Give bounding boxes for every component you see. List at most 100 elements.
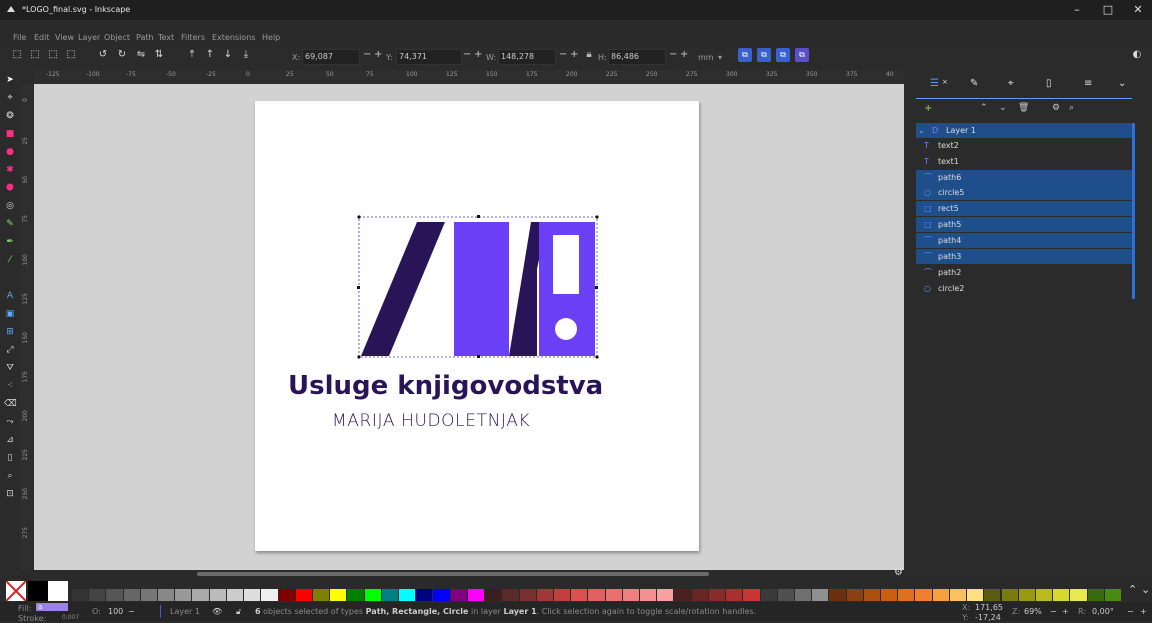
current-layer-label[interactable]: Layer 1	[170, 607, 200, 616]
select-all-layers-icon[interactable]: ⬚	[28, 48, 42, 62]
palette-swatch[interactable]	[399, 589, 416, 601]
move-up-icon[interactable]: ⌃	[980, 103, 988, 113]
menu-view[interactable]: View	[55, 33, 74, 42]
x-increment[interactable]: +	[374, 49, 382, 60]
raise-icon[interactable]: ↑	[203, 48, 217, 62]
horizontal-scrollbar[interactable]: ⚙	[34, 567, 904, 580]
menu-edit[interactable]: Edit	[34, 33, 50, 42]
palette-swatch[interactable]	[812, 589, 829, 601]
palette-swatch[interactable]	[726, 589, 743, 601]
spray-tool-icon[interactable]: ⁖	[4, 380, 16, 392]
palette-swatch[interactable]	[295, 589, 312, 601]
palette-swatch[interactable]	[691, 589, 708, 601]
palette-swatch[interactable]	[932, 589, 949, 601]
rotate-cw-icon[interactable]: ↻	[115, 48, 129, 62]
calligraphy-tool-icon[interactable]: ⁄	[4, 254, 16, 266]
node-tab-icon[interactable]: ⌖	[1008, 78, 1014, 89]
select-all-icon[interactable]: ⬚	[10, 48, 24, 62]
palette-swatch[interactable]	[863, 589, 880, 601]
canvas-settings-icon[interactable]: ⚙	[894, 567, 903, 578]
palette-swatch[interactable]	[89, 589, 106, 601]
menu-text[interactable]: Text	[158, 33, 174, 42]
layer-row-path3[interactable]: ⌒ path3	[916, 249, 1132, 264]
minimize-button[interactable]: –	[1062, 2, 1092, 18]
move-down-icon[interactable]: ⌄	[999, 103, 1007, 113]
palette-swatch[interactable]	[158, 589, 175, 601]
lower-to-bottom-icon[interactable]: ⤓	[239, 48, 253, 62]
document-page[interactable]: Usluge knjigovodstva MARIJA HUDOLETNJAK	[255, 101, 699, 551]
palette-swatch[interactable]	[588, 589, 605, 601]
zoom-tool-icon[interactable]: ⌕	[4, 470, 16, 482]
palette-swatch[interactable]	[450, 589, 467, 601]
palette-swatch[interactable]	[1035, 589, 1053, 601]
palette-swatch[interactable]	[72, 589, 89, 601]
h-field[interactable]: 86,486	[608, 49, 666, 65]
rotation-increment[interactable]: +	[1140, 607, 1147, 616]
eye-icon[interactable]: 👁︎	[212, 607, 222, 616]
palette-swatch[interactable]	[984, 589, 1001, 601]
palette-swatch[interactable]	[674, 589, 691, 601]
layer-row-path6[interactable]: ⌒ path6	[916, 170, 1132, 185]
palette-swatch[interactable]	[846, 589, 863, 601]
palette-swatch[interactable]	[485, 589, 502, 601]
spiral-tool-icon[interactable]: ◎	[4, 200, 16, 212]
settings-icon[interactable]: ⚙	[1052, 103, 1060, 113]
paint-bucket-tool-icon[interactable]: ⛛	[4, 362, 16, 374]
layers-tab-icon[interactable]: ☰	[930, 78, 939, 89]
layer-row-path4[interactable]: ⌒ path4	[916, 233, 1132, 248]
palette-swatch[interactable]	[1104, 589, 1121, 601]
connector-tool-icon[interactable]: ⤳	[4, 416, 16, 428]
scale-stroke-icon[interactable]: ⧉	[738, 48, 752, 62]
y-increment[interactable]: +	[474, 49, 482, 60]
menu-help[interactable]: Help	[262, 33, 280, 42]
ellipse-tool-icon[interactable]: ●	[4, 146, 16, 158]
palette-swatch[interactable]	[708, 589, 726, 601]
delete-icon[interactable]: 🗑︎	[1018, 103, 1029, 113]
palette-swatch[interactable]	[657, 589, 674, 601]
rotate-ccw-icon[interactable]: ↺	[96, 48, 110, 62]
drawing-canvas[interactable]: Usluge knjigovodstva MARIJA HUDOLETNJAK	[34, 84, 904, 570]
palette-swatch[interactable]	[519, 589, 536, 601]
deselect-icon[interactable]: ⬚	[64, 48, 78, 62]
palette-swatch[interactable]	[640, 589, 657, 601]
palette-swatch[interactable]	[967, 589, 984, 601]
pencil-tool-icon[interactable]: ✎	[4, 218, 16, 230]
palette-swatch[interactable]	[553, 589, 571, 601]
dropper-tool-icon[interactable]: ⤢	[4, 344, 16, 356]
menu-extensions[interactable]: Extensions	[212, 33, 255, 42]
text-tool-icon[interactable]: A	[4, 290, 16, 302]
palette-swatch[interactable]	[140, 589, 158, 601]
menu-file[interactable]: File	[13, 33, 26, 42]
palette-swatch[interactable]	[915, 589, 932, 601]
x-field[interactable]: 69,087	[302, 49, 360, 65]
y-field[interactable]: 74,371	[396, 49, 462, 65]
layer-row-rect5[interactable]: □ rect5	[916, 201, 1132, 216]
palette-swatch[interactable]	[209, 589, 226, 601]
no-paint-swatch[interactable]	[6, 581, 26, 601]
raise-to-top-icon[interactable]: ⤒	[185, 48, 199, 62]
move-gradients-icon[interactable]: ⧉	[776, 48, 790, 62]
layer-row-circle2[interactable]: ○ circle2	[916, 281, 1132, 296]
palette-swatch[interactable]	[467, 589, 485, 601]
menu-layer[interactable]: Layer	[78, 33, 100, 42]
vertical-ruler[interactable]: 0 25 50 75 100 125 150 175 200 225 250 275	[20, 84, 35, 570]
palette-swatch[interactable]	[192, 589, 209, 601]
menu-object[interactable]: Object	[104, 33, 130, 42]
pan-tool-icon[interactable]: ⊡	[4, 488, 16, 500]
palette-swatch[interactable]	[949, 589, 967, 601]
select-same-icon[interactable]: ⬚	[46, 48, 60, 62]
move-patterns-icon[interactable]: ⧉	[795, 48, 809, 62]
palette-swatch[interactable]	[829, 589, 846, 601]
lock-ratio-icon[interactable]: 🔒︎	[582, 48, 596, 62]
layer-row-path5[interactable]: □ path5	[916, 217, 1132, 232]
chevron-down-icon[interactable]: ▾	[718, 53, 722, 62]
zoom-value[interactable]: 69%	[1024, 607, 1042, 616]
palette-swatch[interactable]	[433, 589, 450, 601]
palette-swatch[interactable]	[760, 589, 777, 601]
layer-row-circle5[interactable]: ○ circle5	[916, 185, 1132, 200]
maximize-button[interactable]: □	[1093, 2, 1123, 18]
palette-swatch[interactable]	[1087, 589, 1104, 601]
3d-box-tool-icon[interactable]: ⬢	[4, 182, 16, 194]
palette-swatch[interactable]	[536, 589, 553, 601]
palette-swatch[interactable]	[881, 589, 898, 601]
